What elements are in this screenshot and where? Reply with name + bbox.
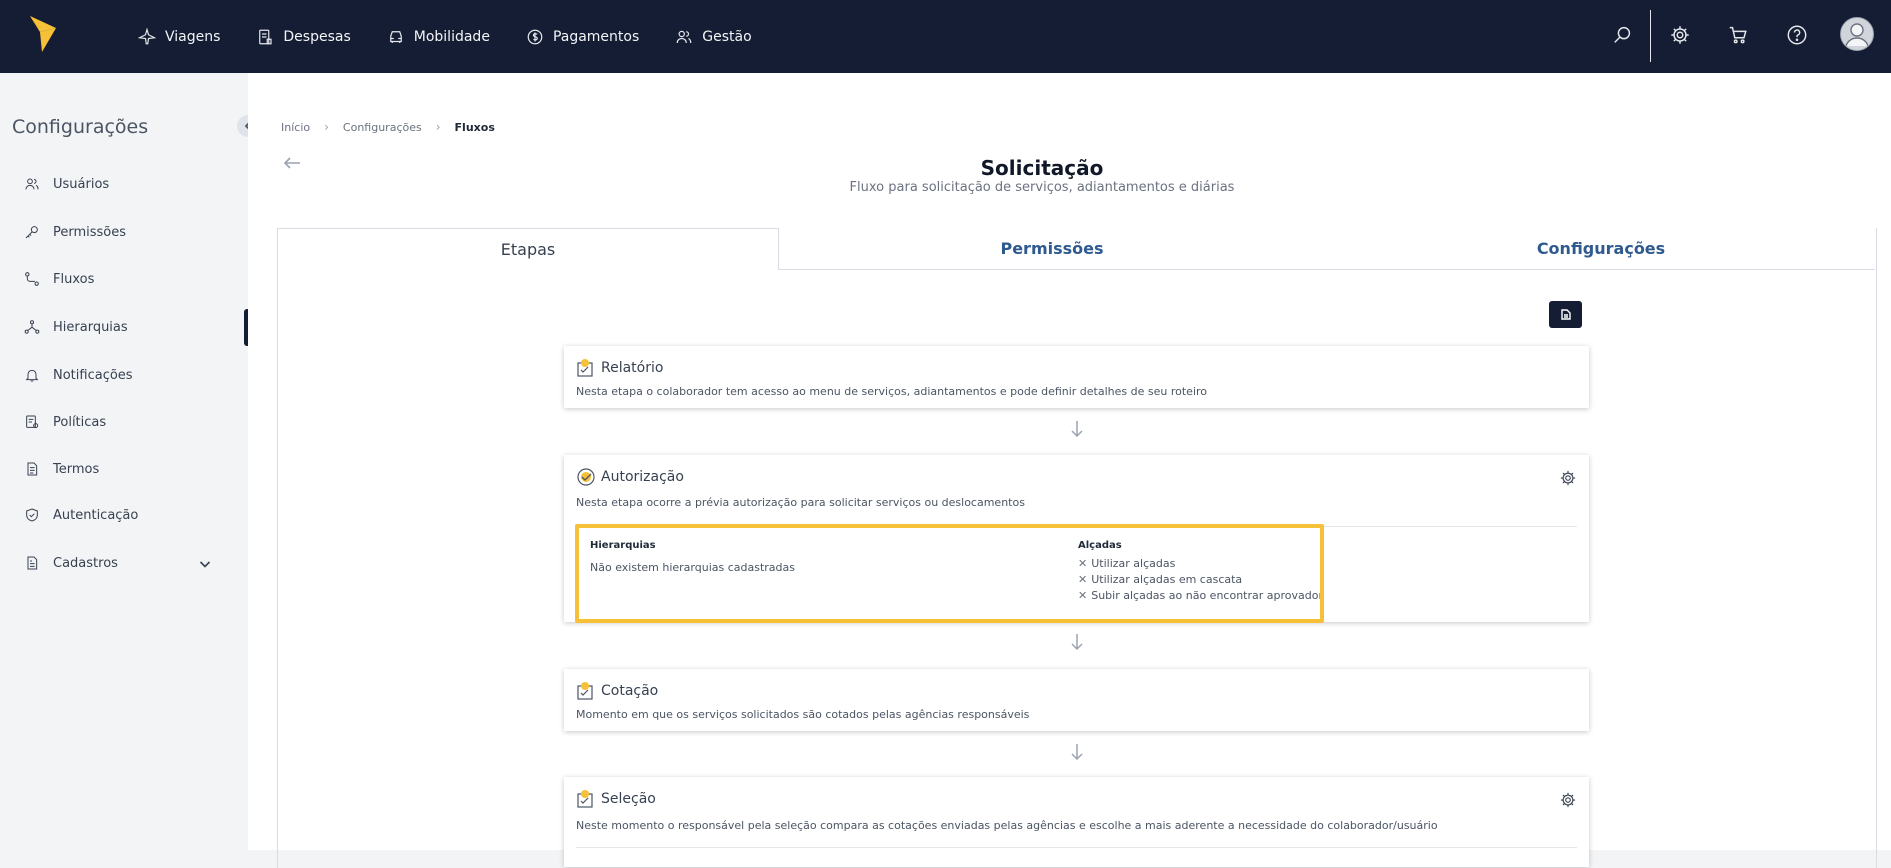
sidebar-item-cadastros[interactable]: Cadastros <box>24 555 118 571</box>
car-icon <box>389 30 402 43</box>
step-card-selecao: Seleção Neste momento o responsável pela… <box>564 777 1589 867</box>
card-divider <box>576 847 1577 848</box>
logo-icon[interactable] <box>28 14 58 54</box>
sidebar-item-label: Termos <box>53 461 100 477</box>
nav-pagamentos[interactable]: Pagamentos <box>526 28 639 46</box>
breadcrumb-configuracoes[interactable]: Configurações <box>343 121 422 134</box>
breadcrumb-current: Fluxos <box>454 120 495 134</box>
nav-label: Pagamentos <box>552 28 640 45</box>
tabs-divider <box>777 269 1875 270</box>
sidebar-item-label: Autenticação <box>53 507 139 523</box>
sidebar-item-termos[interactable]: Termos <box>24 461 99 477</box>
users-icon <box>676 30 692 43</box>
dollar-icon <box>527 29 543 44</box>
step-description: Neste momento o responsável pela seleção… <box>576 819 1438 832</box>
step-card-cotacao: Cotação Momento em que os serviços solic… <box>564 669 1589 731</box>
plane-icon <box>138 27 156 44</box>
document-button[interactable] <box>1549 301 1582 328</box>
nav-despesas[interactable]: Despesas <box>256 28 351 46</box>
nav-label: Viagens <box>165 28 221 45</box>
tab-permissoes[interactable]: Permissões <box>777 228 1327 269</box>
step-title-label: Autorização <box>601 469 684 485</box>
sidebar-item-label: Hierarquias <box>53 319 128 335</box>
step-title: Seleção <box>576 789 656 809</box>
avatar[interactable] <box>1840 17 1874 51</box>
sidebar-item-notificacoes[interactable]: Notificações <box>24 367 133 383</box>
page-title: Solicitação <box>980 156 1104 180</box>
policy-icon <box>26 415 39 429</box>
register-icon <box>27 556 38 570</box>
breadcrumb: Início › Configurações › Fluxos <box>281 120 495 134</box>
sidebar: Configurações Usuários Permissões Fluxos… <box>0 73 259 850</box>
breadcrumb-inicio[interactable]: Início <box>281 121 310 134</box>
receipt-icon <box>259 29 273 44</box>
highlight-box <box>575 524 1324 623</box>
nav-viagens[interactable]: Viagens <box>138 27 221 46</box>
sidebar-item-autenticacao[interactable]: Autenticação <box>24 507 138 523</box>
arrow-down-icon <box>1070 633 1084 651</box>
bell-icon <box>25 369 39 382</box>
step-description: Nesta etapa ocorre a prévia autorização … <box>576 496 1025 509</box>
tab-configuracoes[interactable]: Configurações <box>1327 228 1875 269</box>
top-separator <box>1650 10 1651 62</box>
tab-etapas[interactable]: Etapas <box>277 228 779 270</box>
sidebar-item-hierarquias[interactable]: Hierarquias <box>24 319 128 335</box>
sidebar-item-label: Notificações <box>53 367 133 383</box>
chevron-down-icon[interactable] <box>198 556 212 570</box>
sidebar-item-fluxos[interactable]: Fluxos <box>24 271 94 287</box>
sidebar-item-label: Políticas <box>53 414 107 430</box>
nav-label: Gestão <box>702 28 752 45</box>
shield-icon <box>26 508 38 522</box>
step-title: Autorização <box>576 467 684 487</box>
step-description: Momento em que os serviços solicitados s… <box>576 708 1030 721</box>
cart-icon[interactable] <box>1727 24 1749 46</box>
page-subtitle: Fluxo para solicitação de serviços, adia… <box>849 180 1235 195</box>
top-navigation-bar: Viagens Despesas Mobilidade Pagamentos G… <box>0 0 1891 73</box>
sidebar-item-politicas[interactable]: Políticas <box>24 414 106 430</box>
step-title: Relatório <box>576 358 663 378</box>
step-title-label: Cotação <box>601 683 659 699</box>
sidebar-title: Configurações <box>12 116 149 138</box>
arrow-down-icon <box>1070 420 1084 438</box>
help-icon[interactable] <box>1786 24 1808 46</box>
sidebar-item-label: Permissões <box>53 224 127 240</box>
selection-icon <box>577 790 593 808</box>
document-icon <box>1560 309 1571 320</box>
step-title-label: Relatório <box>601 360 664 376</box>
key-icon <box>25 226 38 239</box>
gear-icon[interactable] <box>1669 24 1691 46</box>
sidebar-item-label: Usuários <box>53 176 110 192</box>
nav-label: Despesas <box>283 28 351 45</box>
step-description: Nesta etapa o colaborador tem acesso ao … <box>576 385 1208 398</box>
sidebar-item-usuarios[interactable]: Usuários <box>24 176 109 192</box>
flow-icon <box>25 272 39 286</box>
users-icon <box>25 178 39 190</box>
sidebar-item-label: Fluxos <box>53 271 95 287</box>
hierarchy-icon <box>24 320 40 334</box>
nav-mobilidade[interactable]: Mobilidade <box>387 28 490 46</box>
nav-label: Mobilidade <box>413 28 490 45</box>
document-icon <box>27 462 38 476</box>
quote-icon <box>577 682 593 700</box>
chevron-right-icon: › <box>324 120 329 134</box>
approval-icon <box>577 468 595 486</box>
sidebar-item-permissoes[interactable]: Permissões <box>24 224 126 240</box>
arrow-down-icon <box>1070 743 1084 761</box>
sidebar-item-label: Cadastros <box>53 555 118 571</box>
step-card-relatorio: Relatório Nesta etapa o colaborador tem … <box>564 346 1589 408</box>
nav-gestao[interactable]: Gestão <box>675 28 752 46</box>
main-content: Início › Configurações › Fluxos Solicita… <box>248 73 1891 868</box>
report-icon <box>577 359 593 377</box>
search-icon[interactable] <box>1612 24 1634 46</box>
chevron-right-icon: › <box>435 120 441 134</box>
gear-icon[interactable] <box>1559 791 1577 809</box>
main-nav: Viagens Despesas Mobilidade Pagamentos G… <box>138 0 788 73</box>
step-title-label: Seleção <box>601 791 656 807</box>
gear-icon[interactable] <box>1559 469 1577 487</box>
step-title: Cotação <box>576 681 658 701</box>
